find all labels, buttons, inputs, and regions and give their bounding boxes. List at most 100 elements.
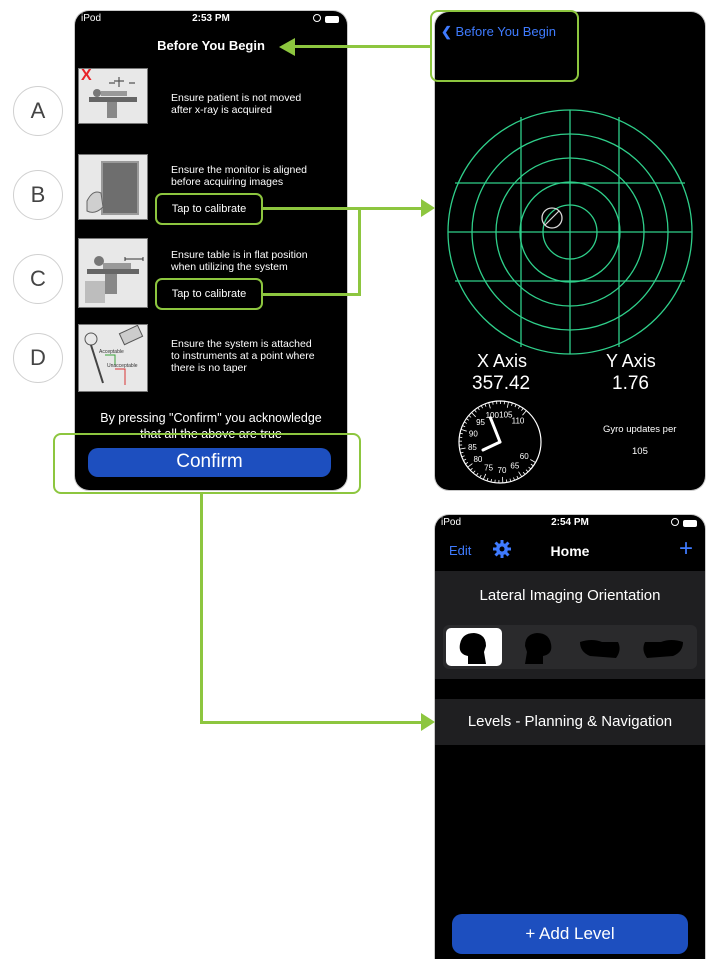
add-level-button[interactable]: + Add Level [452,914,688,954]
gauge-tick [468,415,472,418]
orientation-option-4[interactable] [635,628,691,666]
battery-icon [325,16,339,23]
row-b-line2: before acquiring images [171,176,284,188]
home-title: Home [550,543,590,559]
gauge-tick [471,412,476,418]
gauge-tick [486,477,489,482]
status-time: 2:53 PM [192,13,230,24]
gauge-tick-label: 95 [476,418,485,427]
gauge-tick-label: 70 [498,466,507,475]
arrow-left-icon [279,38,295,56]
table-illustration [85,256,144,303]
instrument-illustration: Acceptable Unacceptable [84,324,144,385]
radar-target [447,109,693,355]
gauge-tick-label: 90 [469,429,478,438]
home-screen: iPod 2:54 PM Edit Home + Lateral Imaging… [435,515,705,959]
y-axis-value: 1.76 [612,373,649,394]
arrow-right-home-icon [421,713,435,731]
home-battery-icon [683,520,697,527]
lateral-title: Lateral Imaging Orientation [479,587,661,604]
gyro-value: 105 [632,446,648,457]
gauge-tick [505,479,508,483]
arrow-right-icon [421,199,435,217]
add-icon[interactable]: + [679,535,693,563]
gauge-tick [479,474,482,478]
row-a-text: Ensure patient is not moved after x-ray … [171,92,301,116]
step-c-marker: C [13,254,63,304]
not-allowed-mark: X [81,67,92,84]
gauge-tick [480,405,483,409]
gauge-needle [488,416,502,444]
orientation-option-2[interactable] [509,628,565,666]
acknowledge-line1: By pressing "Confirm" you acknowledge [100,411,322,425]
gauge-tick [470,467,473,471]
orientation-option-3[interactable] [572,628,628,666]
gauge-tick [459,447,466,450]
calibrate-monitor-button[interactable]: Tap to calibrate [155,193,263,225]
monitor-illustration [86,161,139,215]
gyro-gauge: 6065707580859095100 105110 [458,400,542,484]
gauge-tick-label: 60 [520,452,529,461]
gauge-tick [466,418,470,421]
gauge-tick-label: 75 [484,464,493,473]
step-a-marker: A [13,86,63,136]
gauge-tick-label: 85 [468,443,477,452]
back-highlight [430,10,579,82]
row-d-text: Ensure the system is attached to instrum… [171,338,315,374]
row-d-line2: to instruments at a point where [171,350,315,362]
levels-section: Levels - Planning & Navigation [435,699,705,745]
head-silhouette-icon [459,633,486,664]
gauge-tick [492,401,494,405]
gauge-tick [511,402,513,406]
gauge-tick-label: 100 [486,411,500,420]
gauge-tick [462,425,466,428]
gauge-tick-label: 80 [473,455,482,464]
y-axis-label: Y Axis [606,351,656,371]
gauge-tick [516,475,519,479]
rotation-lock-icon [313,14,321,22]
status-bar: iPod 2:53 PM [75,11,347,29]
gauge-tick [525,469,529,473]
home-status-time: 2:54 PM [551,517,589,528]
connector-title [293,45,432,48]
x-axis-value: 357.42 [472,373,531,394]
orientation-option-1[interactable] [446,628,502,666]
x-axis-label: X Axis [477,351,528,371]
gauge-tick [463,458,467,461]
connector-confirm-right [200,721,422,724]
gauge-tick [528,466,532,470]
row-d-line3: there is no taper [171,362,247,374]
table-flat-image [78,238,148,308]
gauge-tick [506,401,509,408]
head-supine-icon [643,640,683,658]
gauge-tick [476,472,479,476]
levels-title: Levels - Planning & Navigation [467,713,673,730]
row-a-line1: Ensure patient is not moved [171,92,302,104]
monitor-alignment-image [78,154,148,220]
gauge-tick [484,403,487,407]
gauge-tick [488,402,491,409]
gauge-tick [522,410,527,416]
gauge-tick [530,463,534,467]
unacceptable-label: Unacceptable [107,363,138,369]
gauge-tick-label: 110 [512,417,525,426]
calibrate-table-button[interactable]: Tap to calibrate [155,278,263,310]
gauge-tick [461,455,465,458]
row-a-line2: after x-ray is acquired [171,104,272,116]
connector-vertical [358,207,361,296]
gauge-tick [517,405,521,409]
gauge-tick [513,477,515,481]
head-prone-icon [580,640,620,658]
home-rotation-lock-icon [671,518,679,526]
connector-calibrate-c [263,293,360,296]
acceptable-label: Acceptable [99,349,124,355]
gauge-tick [464,421,468,424]
row-c-line1: Ensure table is in flat position [171,249,308,261]
gauge-tick [530,459,536,463]
gauge-tick [518,471,523,477]
gauge-tick [467,463,473,468]
row-b-line1: Ensure the monitor is aligned [171,164,307,176]
connector-calibrate-b [263,207,423,210]
patient-xray-image: X [78,67,148,124]
gauge-tick [465,462,469,465]
